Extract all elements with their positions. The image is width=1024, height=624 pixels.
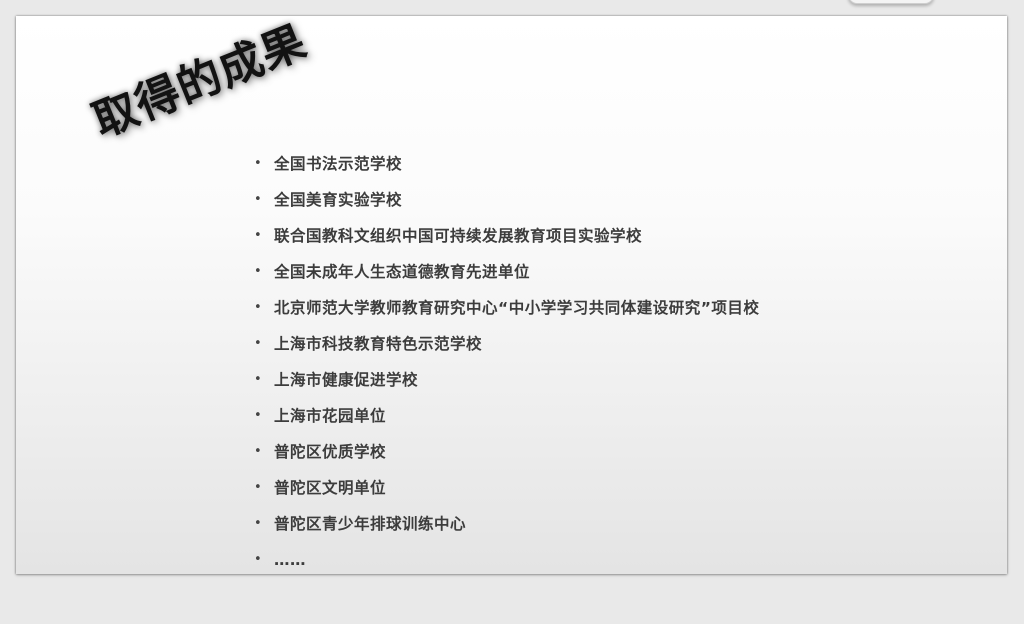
list-item: • 普陀区文明单位 bbox=[254, 470, 759, 506]
list-item: • …… bbox=[254, 542, 759, 578]
list-item-text: …… bbox=[274, 551, 306, 569]
list-item: • 全国未成年人生态道德教育先进单位 bbox=[254, 254, 759, 290]
list-item: • 上海市花园单位 bbox=[254, 398, 759, 434]
list-item-text: 全国书法示范学校 bbox=[274, 155, 403, 173]
list-item-text: 普陀区优质学校 bbox=[274, 443, 387, 461]
slide-canvas: 取得的成果 • 全国书法示范学校 • 全国美育实验学校 • 联合国教科文组织中国可持续… bbox=[16, 16, 1007, 574]
bullet-icon: • bbox=[254, 156, 262, 171]
list-item: • 北京师范大学教师教育研究中心“中小学学习共同体建设研究”项目校 bbox=[254, 290, 759, 326]
list-item-text: 联合国教科文组织中国可持续发展教育项目实验学校 bbox=[274, 227, 643, 245]
list-item: • 联合国教科文组织中国可持续发展教育项目实验学校 bbox=[254, 218, 759, 254]
list-item-text: 全国美育实验学校 bbox=[274, 191, 403, 209]
list-item: • 普陀区青少年排球训练中心 bbox=[254, 506, 759, 542]
bullet-icon: • bbox=[254, 480, 262, 495]
list-item: • 普陀区优质学校 bbox=[254, 434, 759, 470]
list-item-text: 上海市花园单位 bbox=[274, 407, 387, 425]
top-tab-handle[interactable] bbox=[848, 0, 934, 4]
list-item: • 上海市健康促进学校 bbox=[254, 362, 759, 398]
bullet-icon: • bbox=[254, 516, 262, 531]
bullet-icon: • bbox=[254, 192, 262, 207]
bullet-icon: • bbox=[254, 444, 262, 459]
list-item-text: 北京师范大学教师教育研究中心“中小学学习共同体建设研究”项目校 bbox=[274, 299, 760, 317]
list-item-text: 普陀区文明单位 bbox=[274, 479, 387, 497]
bullet-icon: • bbox=[254, 264, 262, 279]
list-item: • 全国书法示范学校 bbox=[254, 146, 759, 182]
list-item-text: 普陀区青少年排球训练中心 bbox=[274, 515, 467, 533]
list-item-text: 全国未成年人生态道德教育先进单位 bbox=[274, 263, 531, 281]
list-item: • 上海市科技教育特色示范学校 bbox=[254, 326, 759, 362]
bullet-icon: • bbox=[254, 552, 262, 567]
bullet-icon: • bbox=[254, 300, 262, 315]
achievements-list: • 全国书法示范学校 • 全国美育实验学校 • 联合国教科文组织中国可持续发展教育项目… bbox=[254, 146, 759, 578]
bullet-icon: • bbox=[254, 372, 262, 387]
list-item: • 全国美育实验学校 bbox=[254, 182, 759, 218]
list-item-text: 上海市健康促进学校 bbox=[274, 371, 419, 389]
list-item-text: 上海市科技教育特色示范学校 bbox=[274, 335, 483, 353]
bullet-icon: • bbox=[254, 228, 262, 243]
bullet-icon: • bbox=[254, 408, 262, 423]
slide-title: 取得的成果 bbox=[86, 15, 314, 148]
bullet-icon: • bbox=[254, 336, 262, 351]
